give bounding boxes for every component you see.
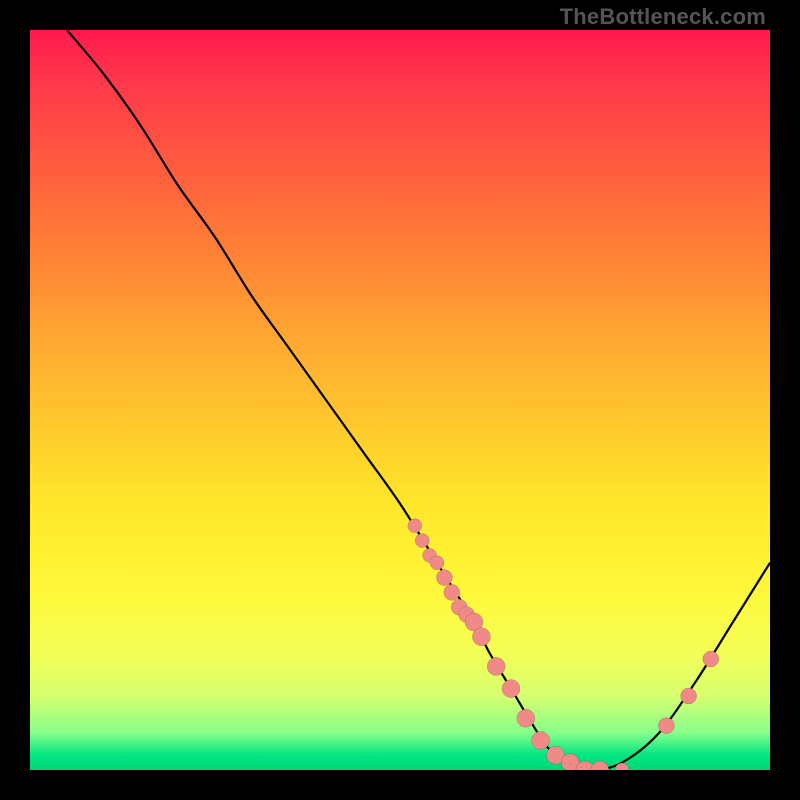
plot-svg — [30, 30, 770, 770]
marker-point — [415, 534, 429, 548]
marker-point — [487, 657, 505, 675]
marker-point — [444, 584, 460, 600]
watermark-text: TheBottleneck.com — [560, 4, 766, 30]
marker-point — [436, 570, 452, 586]
marker-point — [408, 519, 422, 533]
markers — [408, 519, 719, 770]
marker-point — [591, 761, 609, 770]
marker-point — [658, 718, 674, 734]
marker-point — [472, 628, 490, 646]
bottleneck-curve — [67, 30, 770, 770]
marker-point — [703, 651, 719, 667]
marker-point — [430, 556, 444, 570]
chart-area — [30, 30, 770, 770]
marker-point — [681, 688, 697, 704]
marker-point — [532, 731, 550, 749]
marker-point — [502, 680, 520, 698]
marker-point — [517, 709, 535, 727]
